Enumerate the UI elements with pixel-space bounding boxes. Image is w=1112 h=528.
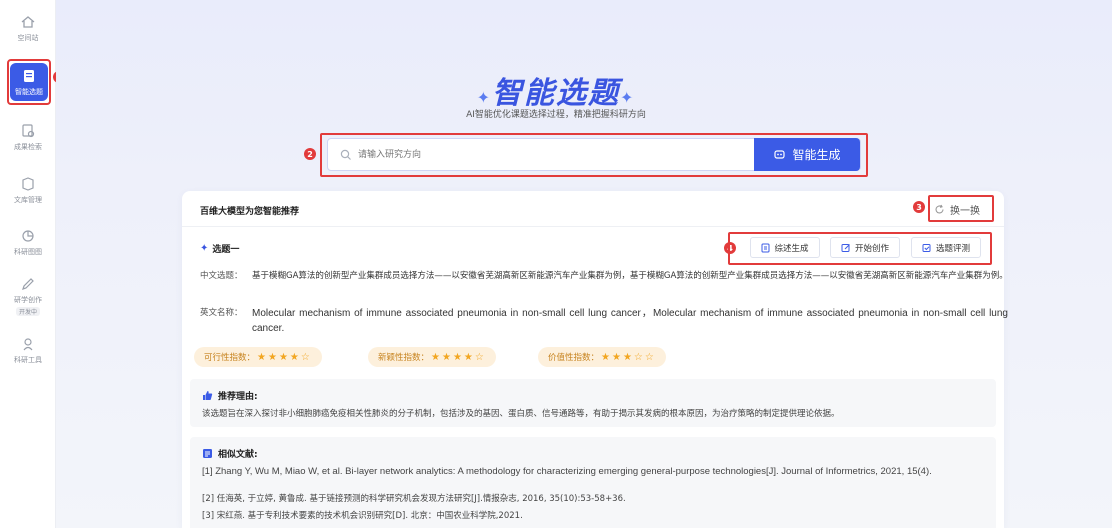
topic-title-text: 选题一 bbox=[212, 245, 240, 255]
sidebar-item-label: 研学创作 bbox=[14, 296, 42, 304]
search-icon bbox=[340, 149, 351, 160]
sidebar-item-space-station[interactable]: 空间站 bbox=[4, 6, 52, 50]
reason-title: 推荐理由: bbox=[218, 392, 258, 402]
library-icon bbox=[22, 176, 34, 191]
sidebar-item-library[interactable]: 文库管理 bbox=[4, 168, 52, 212]
page-title-text: 智能选题 bbox=[492, 76, 620, 111]
literature-heading: 相似文献: bbox=[202, 447, 258, 460]
novelty-label: 新颖性指数： bbox=[378, 353, 430, 363]
annotation-badge-2: 2 bbox=[304, 148, 316, 160]
reason-text: 该选题旨在深入探讨非小细胞肺癌免疫相关性肺炎的分子机制，包括涉及的基因、蛋白质、… bbox=[202, 409, 840, 419]
sidebar-item-result-search[interactable]: 成果检索 bbox=[4, 115, 52, 159]
sidebar-item-label: 空间站 bbox=[17, 33, 39, 42]
sparkle-icon: ✦ bbox=[476, 88, 492, 107]
page-subtitle: AI智能优化课题选择过程，精准把握科研方向 bbox=[466, 110, 646, 120]
start-create-label: 开始创作 bbox=[854, 243, 889, 254]
edit-icon bbox=[841, 243, 850, 252]
sidebar-item-research-chart[interactable]: 科研图图 bbox=[4, 220, 52, 264]
card-title: 百维大模型为您智能推荐 bbox=[200, 207, 300, 217]
card-header: 百维大模型为您智能推荐 3 换一换 bbox=[182, 191, 1004, 227]
chinese-topic-value: 基于模糊GA算法的创新型产业集群成员选择方法——以安徽省芜湖高新区新能源汽车产业… bbox=[252, 271, 1008, 281]
value-label: 价值性指数： bbox=[548, 353, 600, 363]
value-index: 价值性指数： ★★★☆☆ bbox=[538, 347, 666, 367]
literature-item: [2] 任海英, 于立婷, 黄鲁成. 基于链接预测的科学研究机会发现方法研究[J… bbox=[202, 494, 626, 504]
english-title-label: 英文名称： bbox=[200, 308, 243, 318]
refresh-icon bbox=[935, 204, 944, 213]
research-direction-input[interactable] bbox=[358, 139, 754, 170]
search-bar: 智能生成 bbox=[327, 138, 861, 171]
thumbs-up-icon bbox=[203, 391, 213, 400]
review-generate-label: 综述生成 bbox=[774, 243, 809, 254]
dev-status-tag: 开发中 bbox=[15, 307, 40, 316]
refresh-label: 换一换 bbox=[950, 205, 980, 217]
smart-generate-button[interactable]: 智能生成 bbox=[754, 138, 860, 171]
literature-item: [3] 宋红燕. 基于专利技术要素的技术机会识别研究[D]. 北京：中国农业科学… bbox=[202, 511, 523, 521]
annotation-badge-3: 3 bbox=[913, 201, 925, 213]
sidebar-item-label: 科研图图 bbox=[14, 247, 42, 256]
sidebar-item-study-create[interactable]: 研学创作 开发中 bbox=[4, 270, 52, 322]
sidebar-item-label: 科研工具 bbox=[14, 355, 42, 364]
page-title: ✦智能选题✦ bbox=[0, 68, 1112, 112]
sidebar-item-research-tools[interactable]: 科研工具 bbox=[4, 328, 52, 372]
topic-evaluate-button[interactable]: 选题评测 bbox=[911, 237, 981, 258]
refresh-button[interactable]: 换一换 bbox=[934, 200, 980, 218]
literature-title: 相似文献: bbox=[218, 450, 258, 460]
english-title-value: Molecular mechanism of immune associated… bbox=[252, 308, 1008, 334]
topic-heading: ✦ 选题一 bbox=[200, 242, 239, 255]
feasibility-index: 可行性指数： ★★★★☆ bbox=[194, 347, 322, 367]
feasibility-label: 可行性指数： bbox=[204, 353, 256, 363]
review-generate-button[interactable]: 综述生成 bbox=[750, 237, 820, 258]
topic-evaluate-label: 选题评测 bbox=[935, 243, 970, 254]
smart-generate-label: 智能生成 bbox=[792, 148, 841, 162]
similar-literature-box: 相似文献: [1] Zhang Y, Wu M, Miao W, et al. … bbox=[190, 437, 996, 528]
literature-item: [1] Zhang Y, Wu M, Miao W, et al. Bi-lay… bbox=[202, 466, 932, 477]
sidebar-item-label: 文库管理 bbox=[14, 195, 42, 204]
recommendation-card: 百维大模型为您智能推荐 3 换一换 ✦ 选题一 4 综述生成 开始创作 选题评测… bbox=[182, 191, 1008, 528]
robot-icon bbox=[774, 150, 786, 159]
sidebar-item-label: 成果检索 bbox=[14, 142, 42, 151]
home-icon bbox=[21, 15, 35, 28]
value-stars: ★★★☆☆ bbox=[601, 351, 656, 363]
edit-icon bbox=[22, 278, 34, 290]
sparkle-icon: ✦ bbox=[200, 243, 209, 254]
checklist-icon bbox=[922, 243, 931, 252]
chinese-topic-label: 中文选题： bbox=[200, 271, 243, 281]
novelty-stars: ★★★★☆ bbox=[431, 351, 486, 363]
search-doc-icon bbox=[22, 123, 35, 137]
sparkle-icon: ✦ bbox=[620, 88, 636, 107]
chart-icon bbox=[22, 229, 34, 242]
reason-heading: 推荐理由: bbox=[202, 389, 258, 402]
literature-icon bbox=[203, 449, 212, 458]
feasibility-stars: ★★★★☆ bbox=[257, 351, 312, 363]
tools-icon bbox=[23, 337, 33, 350]
start-create-button[interactable]: 开始创作 bbox=[830, 237, 900, 258]
document-icon bbox=[761, 243, 770, 252]
novelty-index: 新颖性指数： ★★★★☆ bbox=[368, 347, 496, 367]
recommendation-reason-box: 推荐理由: 该选题旨在深入探讨非小细胞肺癌免疫相关性肺炎的分子机制，包括涉及的基… bbox=[190, 379, 996, 427]
